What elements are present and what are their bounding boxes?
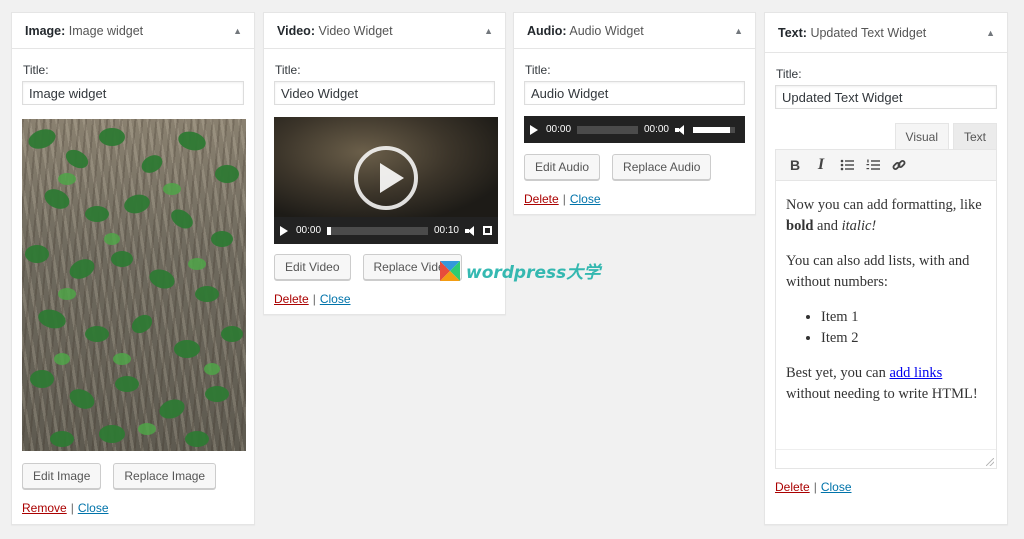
editor-tabs: Visual Text: [775, 123, 997, 149]
italic-icon[interactable]: I: [808, 152, 834, 178]
duration: 00:10: [433, 225, 459, 236]
remove-link[interactable]: Remove: [22, 501, 67, 515]
link-icon[interactable]: [886, 152, 912, 178]
link-separator: |: [70, 501, 74, 515]
close-link[interactable]: Close: [821, 480, 852, 494]
delete-link[interactable]: Delete: [524, 192, 559, 206]
replace-image-button[interactable]: Replace Image: [113, 463, 217, 489]
current-time: 00:00: [296, 225, 322, 236]
volume-slider[interactable]: [693, 126, 735, 133]
collapse-toggle-icon[interactable]: ▲: [986, 13, 995, 53]
audio-widget-header[interactable]: Audio: Audio Widget ▲: [514, 13, 755, 49]
image-widget-header[interactable]: Image: Image widget ▲: [12, 13, 254, 49]
video-widget-header[interactable]: Video: Video Widget ▲: [264, 13, 505, 49]
title-input[interactable]: [775, 85, 997, 109]
numbered-list-icon[interactable]: [860, 152, 886, 178]
tab-visual[interactable]: Visual: [894, 123, 949, 149]
video-player[interactable]: 00:00 00:10: [274, 117, 498, 244]
volume-icon[interactable]: [465, 225, 477, 236]
widget-type: Text:: [778, 26, 807, 40]
bold-icon[interactable]: B: [782, 152, 808, 178]
image-preview: [22, 119, 246, 451]
collapse-toggle-icon[interactable]: ▲: [734, 13, 743, 49]
delete-link[interactable]: Delete: [274, 292, 309, 306]
editor-toolbar: B I: [775, 149, 997, 181]
link-separator: |: [813, 480, 817, 494]
content-link[interactable]: add links: [890, 365, 943, 381]
title-input[interactable]: [524, 81, 745, 105]
title-label: Title:: [525, 63, 551, 77]
link-separator: |: [562, 192, 566, 206]
title-label: Title:: [23, 63, 49, 77]
list-item: Item 1: [821, 307, 986, 328]
play-icon[interactable]: [530, 124, 538, 135]
edit-audio-button[interactable]: Edit Audio: [524, 154, 601, 180]
widget-name: Image widget: [68, 24, 144, 38]
link-separator: |: [312, 292, 316, 306]
edit-image-button[interactable]: Edit Image: [22, 463, 102, 489]
widget-type: Image:: [25, 24, 66, 38]
list-item: Item 2: [821, 328, 986, 349]
play-overlay-icon[interactable]: [354, 146, 418, 210]
bullet-list: Item 1 Item 2: [786, 307, 986, 349]
close-link[interactable]: Close: [570, 192, 601, 206]
close-link[interactable]: Close: [78, 501, 109, 515]
volume-icon[interactable]: [675, 124, 687, 135]
delete-link[interactable]: Delete: [775, 480, 810, 494]
widget-type: Audio:: [527, 24, 567, 38]
widget-name: Video Widget: [318, 24, 393, 38]
close-link[interactable]: Close: [320, 292, 351, 306]
duration: 00:00: [643, 124, 669, 135]
play-icon[interactable]: [280, 225, 288, 236]
title-label: Title:: [776, 67, 802, 81]
fullscreen-icon[interactable]: [483, 226, 492, 235]
current-time: 00:00: [546, 124, 572, 135]
watermark: wordpress大学: [440, 258, 600, 283]
edit-video-button[interactable]: Edit Video: [274, 254, 351, 280]
editor-statusbar: [776, 449, 996, 468]
tab-text[interactable]: Text: [952, 123, 997, 149]
collapse-toggle-icon[interactable]: ▲: [484, 13, 493, 49]
widget-name: Updated Text Widget: [810, 26, 927, 40]
paragraph: You can also add lists, with and without…: [786, 253, 970, 290]
widget-type: Video:: [277, 24, 315, 38]
bulleted-list-icon[interactable]: [834, 152, 860, 178]
paragraph: Best yet, you can add links without need…: [786, 365, 978, 402]
progress-bar[interactable]: [577, 125, 638, 134]
watermark-text: wordpress大学: [466, 263, 601, 283]
replace-audio-button[interactable]: Replace Audio: [612, 154, 712, 180]
watermark-logo-icon: [440, 260, 460, 281]
image-widget: Image: Image widget ▲ Title: Image widge…: [11, 12, 255, 525]
title-label: Title:: [275, 63, 301, 77]
audio-widget: Audio: Audio Widget ▲ Title: 00:00 00:00…: [513, 12, 756, 215]
text-widget: Text: Updated Text Widget ▲ Title: Visua…: [764, 12, 1008, 525]
widget-name: Audio Widget: [569, 24, 644, 38]
paragraph: Now you can add formatting, like bold an…: [786, 197, 982, 234]
title-input[interactable]: [22, 81, 244, 105]
editor-content[interactable]: Now you can add formatting, like bold an…: [775, 181, 997, 469]
text-widget-header[interactable]: Text: Updated Text Widget ▲: [765, 13, 1007, 53]
title-input[interactable]: [274, 81, 495, 105]
progress-bar[interactable]: [327, 226, 428, 235]
collapse-toggle-icon[interactable]: ▲: [233, 13, 242, 49]
audio-player[interactable]: 00:00 00:00: [524, 116, 745, 143]
resize-handle-icon[interactable]: [986, 458, 994, 466]
video-controls: 00:00 00:10: [274, 217, 498, 244]
